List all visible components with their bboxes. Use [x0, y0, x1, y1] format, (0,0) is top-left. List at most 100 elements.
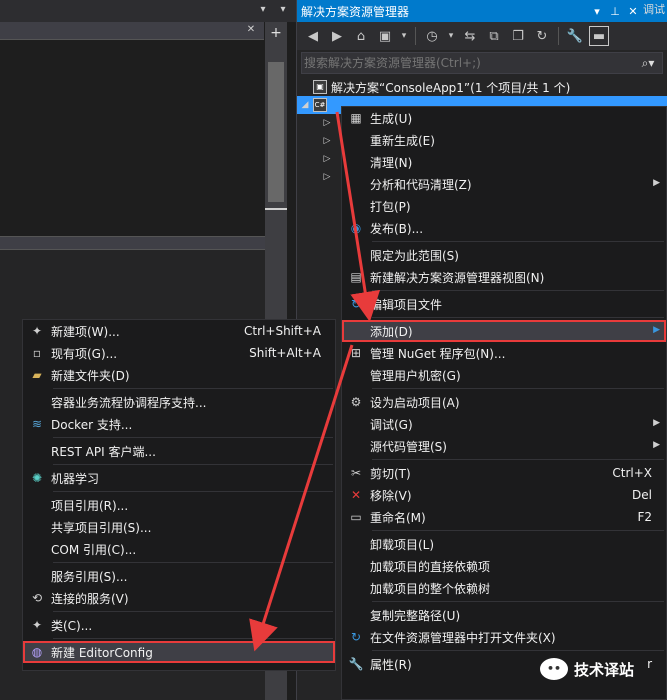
context-menu-item[interactable]: 清理(N) — [342, 151, 666, 173]
collapse-all-icon[interactable]: ⧉ — [484, 26, 504, 46]
context-menu-item[interactable]: 加载项目的直接依赖项 — [342, 555, 666, 577]
menu-separator — [372, 388, 664, 389]
editor-dropdown-chevron-icon[interactable]: ▾ — [276, 3, 290, 17]
solution-explorer-toolbar: ◀ ▶ ⌂ ▣ ▾ ◷ ▾ ⇆ ⧉ ❐ ↻ 🔧 ▬ — [297, 22, 667, 50]
menu-item-label: 添加(D) — [370, 324, 413, 339]
window-menu-chevron-icon[interactable]: ▾ — [588, 5, 606, 18]
context-menu-item[interactable]: ✕ 移除(V) Del — [342, 484, 666, 506]
scrollbar-thumb[interactable] — [268, 62, 284, 202]
context-menu-item[interactable]: ▭ 重命名(M) F2 — [342, 506, 666, 528]
docker-icon: ≋ — [31, 417, 43, 431]
properties-wrench-icon[interactable]: 🔧 — [565, 26, 585, 46]
collapsed-arrow-icon[interactable]: ▷ — [319, 154, 335, 164]
editor-horizontal-bar[interactable] — [0, 236, 265, 250]
context-menu-item[interactable]: 卸载项目(L) — [342, 533, 666, 555]
sync-icon[interactable]: ⇆ — [460, 26, 480, 46]
menu-separator — [53, 562, 333, 563]
context-menu-item[interactable]: ✂ 剪切(T) Ctrl+X — [342, 462, 666, 484]
add-submenu-item[interactable]: ✺ 机器学习 — [23, 467, 335, 489]
ml-icon: ✺ — [31, 471, 43, 485]
tree-row-solution[interactable]: ▣ 解决方案“ConsoleApp1”(1 个项目/共 1 个) — [297, 78, 667, 96]
add-submenu-item[interactable]: ✦ 新建项(W)... Ctrl+Shift+A — [23, 320, 335, 342]
preview-selected-icon[interactable]: ▬ — [589, 26, 609, 46]
menu-separator — [53, 638, 333, 639]
editor-menu-chevron-icon[interactable]: ▾ — [256, 3, 270, 17]
menu-separator — [372, 650, 664, 651]
add-submenu-item[interactable]: 服务引用(S)... — [23, 565, 335, 587]
collapsed-arrow-icon[interactable]: ▷ — [319, 172, 335, 182]
editor-dropdown-icon[interactable]: ✕ — [244, 23, 258, 37]
wechat-icon: •• — [540, 658, 568, 680]
add-submenu-item[interactable]: 容器业务流程协调程序支持... — [23, 391, 335, 413]
context-menu-item[interactable]: 管理用户机密(G) — [342, 364, 666, 386]
add-submenu-item[interactable]: ▫ 现有项(G)... Shift+Alt+A — [23, 342, 335, 364]
menu-separator — [53, 611, 333, 612]
context-menu-item[interactable]: ↻ 编辑项目文件 — [342, 293, 666, 315]
add-submenu-item[interactable]: COM 引用(C)... — [23, 538, 335, 560]
add-submenu-item[interactable]: 项目引用(R)... — [23, 494, 335, 516]
expand-arrow-icon[interactable]: ◢ — [297, 100, 313, 110]
menu-item-label: 现有项(G)... — [51, 346, 118, 361]
pending-changes-chevron-icon[interactable]: ▾ — [446, 26, 456, 46]
pending-changes-icon[interactable]: ◷ — [422, 26, 442, 46]
context-menu-item[interactable]: 加载项目的整个依赖树 — [342, 577, 666, 599]
context-menu-item[interactable]: 重新生成(E) — [342, 129, 666, 151]
switch-views-chevron-icon[interactable]: ▾ — [399, 26, 409, 46]
search-input[interactable] — [304, 56, 634, 70]
context-menu-item[interactable]: ⊞ 管理 NuGet 程序包(N)... — [342, 342, 666, 364]
pin-icon[interactable]: ⊥ — [606, 5, 624, 18]
switch-views-icon[interactable]: ▣ — [375, 26, 395, 46]
context-menu-item[interactable]: ▤ 新建解决方案资源管理器视图(N) — [342, 266, 666, 288]
menu-item-label: 项目引用(R)... — [51, 498, 129, 513]
project-context-menu: ▦ 生成(U) 重新生成(E) 清理(N) 分析和代码清理(Z) ▶ 打包(P) ◉ 发布(B)… — [341, 106, 667, 700]
context-menu-item[interactable]: ▦ 生成(U) — [342, 107, 666, 129]
menu-item-label: 共享项目引用(S)... — [51, 520, 152, 535]
menu-separator — [372, 317, 664, 318]
menu-separator — [372, 530, 664, 531]
show-all-files-icon[interactable]: ❐ — [508, 26, 528, 46]
add-submenu-item[interactable]: ✦ 类(C)... — [23, 614, 335, 636]
collapsed-arrow-icon[interactable]: ▷ — [319, 136, 335, 146]
context-menu-item[interactable]: ⚙ 设为启动项目(A) — [342, 391, 666, 413]
collapsed-arrow-icon[interactable]: ▷ — [319, 118, 335, 128]
context-menu-item[interactable]: ↻ 在文件资源管理器中打开文件夹(X) — [342, 626, 666, 648]
menu-item-label: 连接的服务(V) — [51, 591, 129, 606]
context-menu-item[interactable]: 调试(G) ▶ — [342, 413, 666, 435]
splitter-handle[interactable] — [265, 208, 287, 210]
context-menu-item[interactable]: 分析和代码清理(Z) ▶ — [342, 173, 666, 195]
forward-icon[interactable]: ▶ — [327, 26, 347, 46]
watermark-text: 技术译站 — [574, 660, 635, 679]
context-menu-item[interactable]: 添加(D) ▶ — [342, 320, 666, 342]
search-icon[interactable]: ⌕▾ — [634, 56, 662, 71]
menu-item-label: 发布(B)... — [370, 221, 424, 236]
add-submenu-item[interactable]: ≋ Docker 支持... — [23, 413, 335, 435]
close-icon[interactable]: ✕ — [624, 5, 642, 18]
context-menu-item[interactable]: 复制完整路径(U) — [342, 604, 666, 626]
menu-item-label: 机器学习 — [51, 471, 100, 486]
split-plus-icon[interactable]: + — [266, 24, 286, 42]
editor-header: ▾ ▾ ✕ — [0, 0, 296, 40]
context-menu-item[interactable]: 源代码管理(S) ▶ — [342, 435, 666, 457]
add-submenu-item[interactable]: 共享项目引用(S)... — [23, 516, 335, 538]
context-menu-item[interactable]: 打包(P) — [342, 195, 666, 217]
cut-icon: ✂ — [350, 466, 362, 480]
side-tab-debug[interactable]: 调试 — [643, 4, 665, 16]
home-icon[interactable]: ⌂ — [351, 26, 371, 46]
context-menu-item[interactable]: 限定为此范围(S) — [342, 244, 666, 266]
menu-item-shortcut: Shift+Alt+A — [249, 346, 321, 360]
context-menu-item[interactable]: ◉ 发布(B)... — [342, 217, 666, 239]
editor-tab-strip[interactable]: ✕ — [0, 22, 264, 40]
menu-item-label: 在文件资源管理器中打开文件夹(X) — [370, 630, 556, 645]
solution-explorer-search[interactable]: ⌕▾ — [301, 52, 663, 74]
add-submenu-item[interactable]: REST API 客户端... — [23, 440, 335, 462]
add-submenu-item[interactable]: ◍ 新建 EditorConfig — [23, 641, 335, 663]
back-icon[interactable]: ◀ — [303, 26, 323, 46]
toolbar-separator — [415, 27, 416, 45]
add-submenu-item[interactable]: ▰ 新建文件夹(D) — [23, 364, 335, 386]
add-submenu-item[interactable]: ⟲ 连接的服务(V) — [23, 587, 335, 609]
menu-item-label: 卸载项目(L) — [370, 537, 435, 552]
menu-item-label: 管理 NuGet 程序包(N)... — [370, 346, 506, 361]
editor-pane[interactable] — [0, 40, 265, 236]
properties-icon: 🔧 — [348, 657, 364, 671]
refresh-icon[interactable]: ↻ — [532, 26, 552, 46]
